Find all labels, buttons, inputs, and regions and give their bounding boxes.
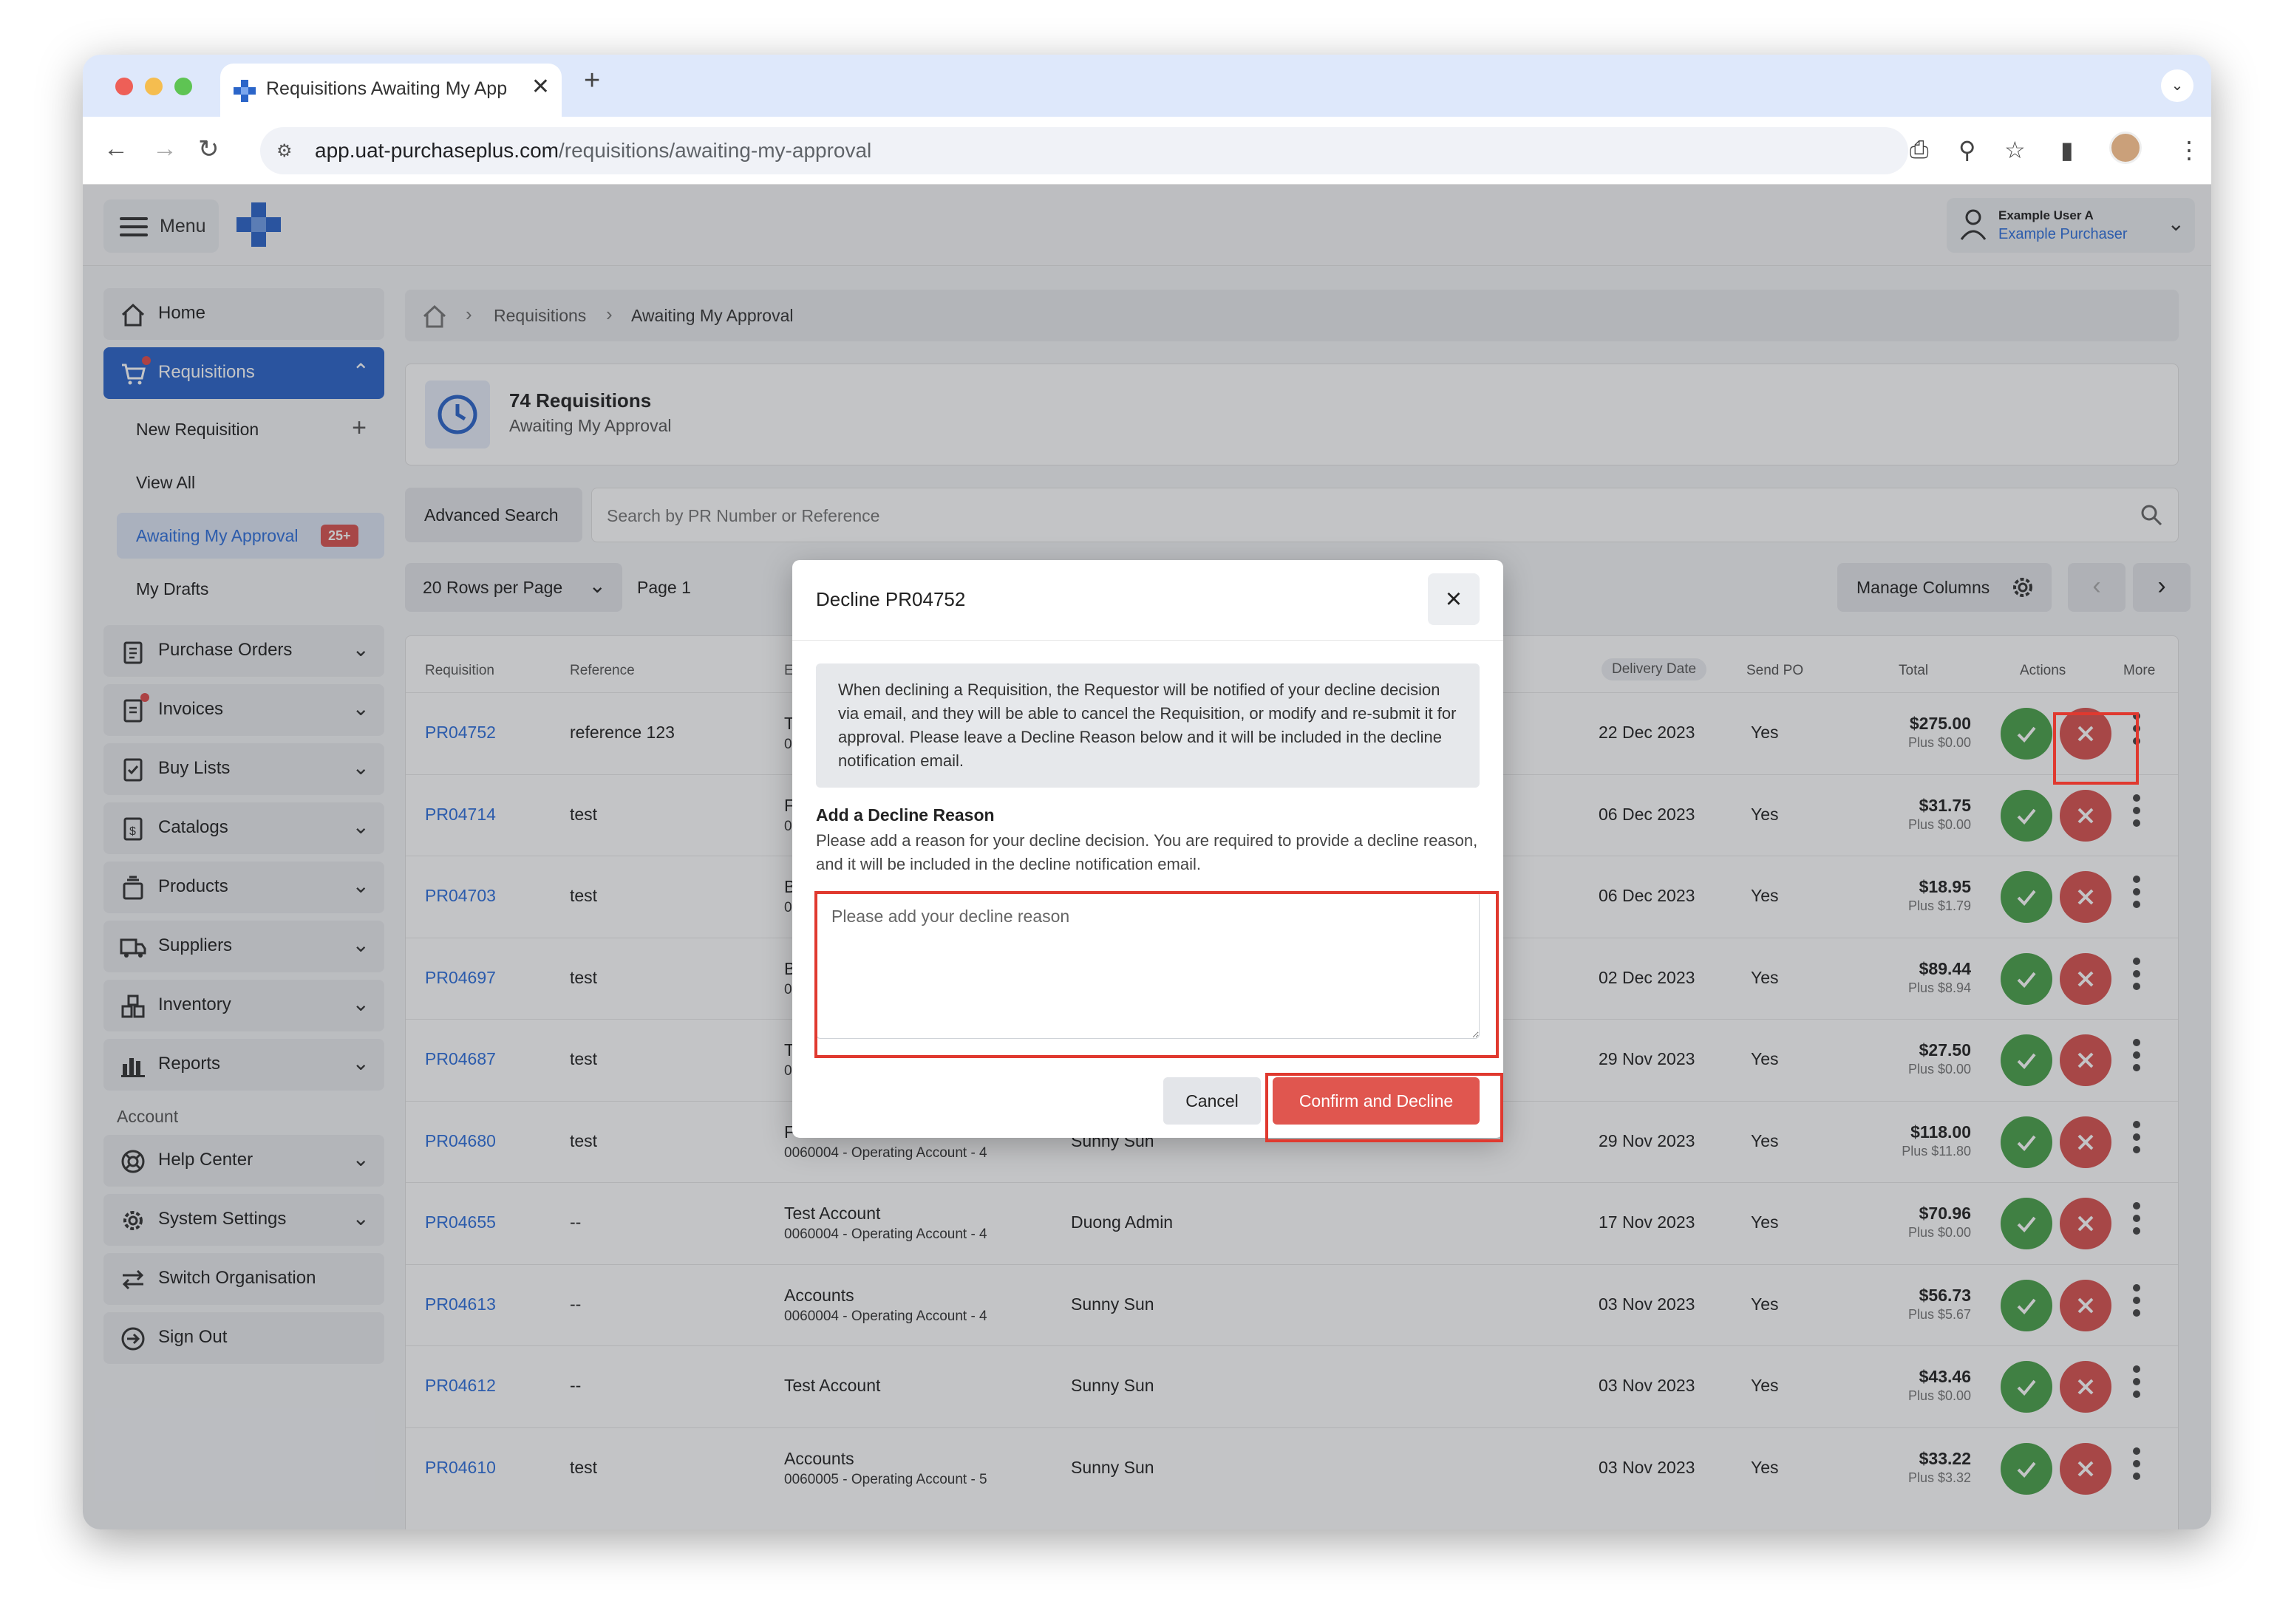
back-arrow-icon[interactable]: ← (103, 134, 129, 163)
url-domain: app.uat-purchaseplus.com (315, 139, 559, 162)
close-window-button[interactable] (115, 78, 133, 95)
profile-avatar[interactable] (2109, 132, 2142, 164)
maximize-window-button[interactable] (174, 78, 192, 95)
tab-search-chevron-icon[interactable]: ⌄ (2161, 69, 2193, 102)
install-app-icon[interactable]: ⎙ (1910, 136, 1929, 164)
highlight-decline-button (2053, 712, 2139, 785)
browser-window: Requisitions Awaiting My App ✕ + ⌄ ← → ↻… (83, 55, 2211, 1529)
side-panel-icon[interactable]: ▮ (2060, 136, 2074, 164)
decline-reason-help: Please add a reason for your decline dec… (816, 831, 1478, 873)
modal-title: Decline PR04752 (816, 588, 966, 610)
cancel-button[interactable]: Cancel (1163, 1077, 1261, 1125)
forward-arrow-icon[interactable]: → (152, 134, 177, 163)
decline-info-message: When declining a Requisition, the Reques… (816, 663, 1480, 788)
site-settings-icon[interactable]: ⚙ (276, 140, 293, 162)
highlight-confirm-button (1265, 1073, 1503, 1142)
zoom-icon[interactable]: ⚲ (1958, 136, 1975, 164)
highlight-reason-field (814, 891, 1499, 1058)
close-icon[interactable]: × (1428, 573, 1480, 625)
reload-icon[interactable]: ↻ (198, 134, 219, 164)
decline-reason-label: Add a Decline Reason (816, 805, 995, 825)
app-favicon-icon (234, 80, 256, 102)
browser-menu-icon[interactable]: ⋮ (2177, 136, 2201, 164)
browser-tab[interactable]: Requisitions Awaiting My App ✕ (220, 64, 562, 117)
address-bar: ← → ↻ ⚙ app.uat-purchaseplus.com/requisi… (83, 117, 2211, 185)
new-tab-button[interactable]: + (584, 65, 600, 97)
minimize-window-button[interactable] (145, 78, 163, 95)
close-tab-icon[interactable]: ✕ (531, 74, 550, 100)
url-field[interactable]: ⚙ app.uat-purchaseplus.com/requisitions/… (260, 127, 1908, 174)
bookmark-star-icon[interactable]: ☆ (2004, 136, 2026, 164)
tab-title: Requisitions Awaiting My App (266, 78, 508, 99)
url-path: /requisitions/awaiting-my-approval (558, 139, 872, 162)
tab-bar: Requisitions Awaiting My App ✕ + ⌄ (83, 55, 2211, 117)
